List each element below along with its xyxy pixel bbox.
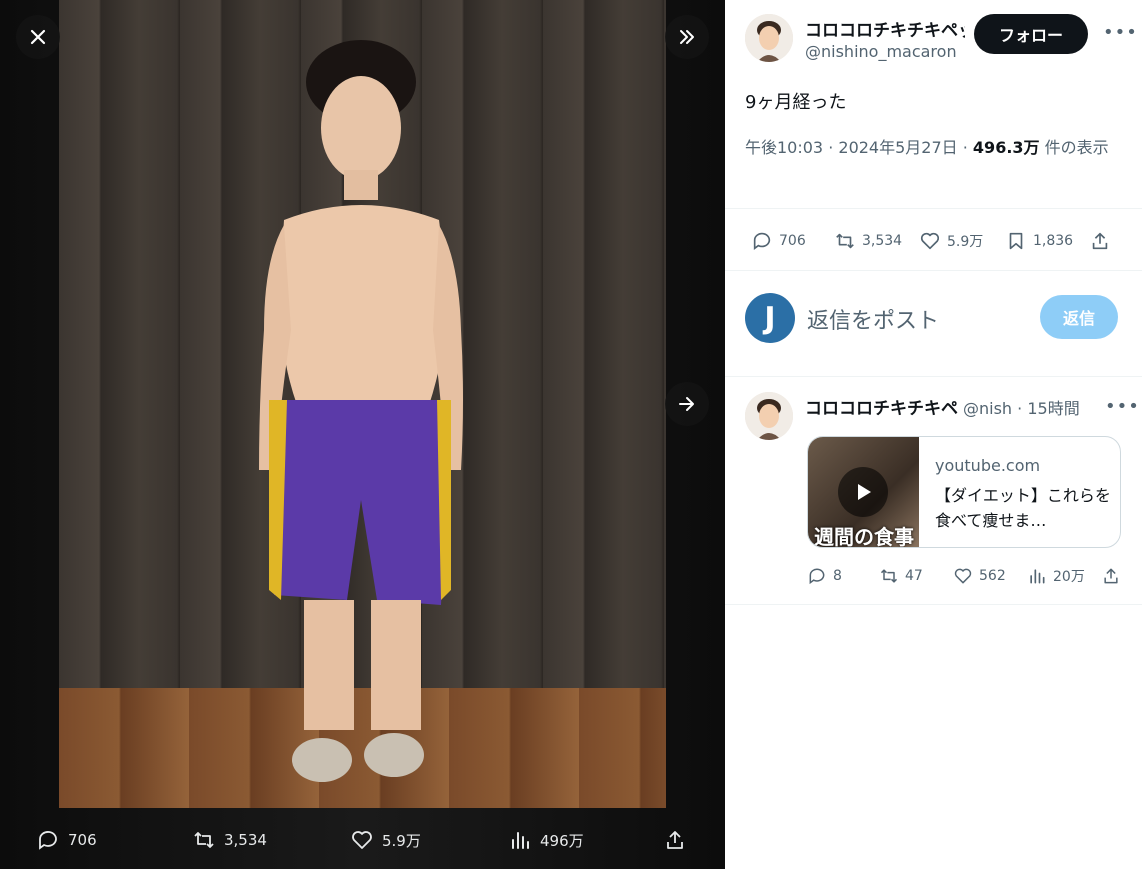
- reply-author-avatar[interactable]: [745, 392, 793, 440]
- post-actions: 706 3,534 5.9万 1,836: [751, 226, 1121, 256]
- thumbnail-caption: 週間の食事: [814, 525, 914, 548]
- reply-button[interactable]: 706: [751, 230, 806, 252]
- reply-submit-button[interactable]: 返信: [1040, 295, 1118, 339]
- viewer-repost-button[interactable]: 3,534: [192, 828, 267, 852]
- author-name[interactable]: コロコロチキチキペッパーズ: [805, 16, 965, 41]
- reply-icon: [753, 232, 771, 250]
- bookmark-count: 1,836: [1033, 233, 1074, 249]
- reply-icon: [809, 568, 825, 585]
- expand-panel-button[interactable]: [665, 15, 709, 59]
- reply-composer: J 返信をポスト 返信: [745, 293, 1125, 345]
- bookmark-button[interactable]: 1,836: [1005, 230, 1073, 252]
- post-photo[interactable]: [59, 0, 666, 808]
- reply-reply-count: 8: [833, 568, 842, 584]
- heart-icon: [352, 831, 372, 849]
- reply-count: 706: [779, 233, 806, 249]
- post-time[interactable]: 午後10:03: [745, 138, 823, 157]
- divider: [725, 376, 1142, 377]
- viewer-action-bar: 706 3,534 5.9万 496万: [0, 812, 725, 869]
- avatar-illustration: [745, 14, 793, 62]
- reply-repost-button[interactable]: 47: [879, 566, 923, 586]
- reply-share-button[interactable]: [1101, 566, 1121, 586]
- viewer-share-button[interactable]: [663, 828, 687, 852]
- share-icon: [1104, 568, 1118, 584]
- reply-reply-button[interactable]: 8: [807, 566, 842, 586]
- post-views-suffix: 件の表示: [1044, 138, 1109, 157]
- viewer-reply-button[interactable]: 706: [36, 828, 97, 852]
- share-icon: [667, 831, 683, 849]
- repost-icon: [836, 233, 854, 249]
- next-media-button[interactable]: [665, 382, 709, 426]
- divider: [725, 604, 1142, 605]
- analytics-icon: [1030, 569, 1045, 584]
- arrow-right-icon: [679, 397, 694, 411]
- analytics-icon: [512, 832, 529, 849]
- reply-views-button[interactable]: 20万: [1027, 566, 1085, 586]
- meta-separator: ·: [828, 138, 839, 157]
- play-icon: [838, 467, 888, 517]
- reply-icon: [39, 831, 57, 850]
- reply-like-count: 562: [979, 568, 1006, 584]
- author-avatar[interactable]: [745, 14, 793, 62]
- follow-button[interactable]: フォロー: [974, 14, 1088, 54]
- viewer-repost-count: 3,534: [224, 831, 267, 849]
- video-thumbnail: 週間の食事: [808, 437, 919, 548]
- post-text: 9ヶ月経った: [745, 92, 847, 113]
- repost-count: 3,534: [862, 233, 903, 249]
- reply-like-button[interactable]: 562: [953, 566, 1006, 586]
- share-icon: [1092, 232, 1108, 250]
- reply-repost-count: 47: [905, 568, 923, 584]
- reply-author-name[interactable]: コロコロチキチキペッパーズ: [805, 394, 960, 419]
- viewer-like-count: 5.9万: [382, 831, 421, 850]
- post-date[interactable]: 2024年5月27日: [838, 138, 957, 157]
- author-handle[interactable]: @nishino_macaron: [805, 42, 957, 61]
- post-meta: 午後10:03 · 2024年5月27日 · 496.3万 件の表示: [745, 135, 1125, 161]
- repost-icon: [194, 832, 214, 848]
- current-user-avatar[interactable]: J: [745, 293, 795, 343]
- close-icon: [30, 29, 46, 45]
- double-chevron-right-icon: [680, 30, 694, 44]
- avatar-illustration: [745, 392, 793, 440]
- divider: [725, 270, 1142, 271]
- reply-input[interactable]: 返信をポスト: [807, 303, 939, 335]
- reply-more-options-icon[interactable]: •••: [1105, 396, 1140, 417]
- like-button[interactable]: 5.9万: [919, 230, 983, 252]
- card-title: 【ダイエット】これらを食べて痩せま…: [935, 486, 1111, 530]
- repost-button[interactable]: 3,534: [834, 230, 902, 252]
- post-views-count: 496.3万: [972, 138, 1040, 157]
- person-figure: [259, 40, 463, 782]
- divider: [725, 208, 1142, 209]
- bookmark-icon: [1009, 232, 1023, 250]
- meta-separator: ·: [962, 138, 973, 157]
- viewer-like-button[interactable]: 5.9万: [350, 828, 421, 852]
- reply-actions: 8 47 562 20万: [807, 566, 1125, 590]
- close-button[interactable]: [16, 15, 60, 59]
- reply-time[interactable]: 15時間: [1027, 399, 1079, 418]
- reply-author-meta: @nish · 15時間: [963, 395, 1080, 419]
- meta-separator: ·: [1017, 399, 1028, 418]
- heart-icon: [920, 232, 940, 250]
- like-count: 5.9万: [947, 234, 984, 250]
- repost-icon: [880, 569, 898, 583]
- post-header: コロコロチキチキペッパーズ @nishino_macaron フォロー •••: [745, 14, 1137, 66]
- reply-author-handle[interactable]: @nish: [963, 399, 1012, 418]
- viewer-reply-count: 706: [68, 831, 97, 849]
- share-button[interactable]: [1089, 230, 1111, 252]
- link-card[interactable]: 週間の食事 youtube.com 【ダイエット】これらを食べて痩せま…: [807, 436, 1121, 548]
- more-options-icon[interactable]: •••: [1103, 22, 1138, 43]
- reply-views-count: 20万: [1053, 569, 1085, 585]
- post-detail-panel: コロコロチキチキペッパーズ @nishino_macaron フォロー ••• …: [725, 0, 1142, 869]
- media-viewer: 706 3,534 5.9万 496万: [0, 0, 725, 869]
- viewer-views-count: 496万: [540, 831, 584, 850]
- heart-icon: [954, 568, 972, 584]
- card-domain: youtube.com: [935, 456, 1041, 475]
- viewer-views-button[interactable]: 496万: [508, 828, 584, 852]
